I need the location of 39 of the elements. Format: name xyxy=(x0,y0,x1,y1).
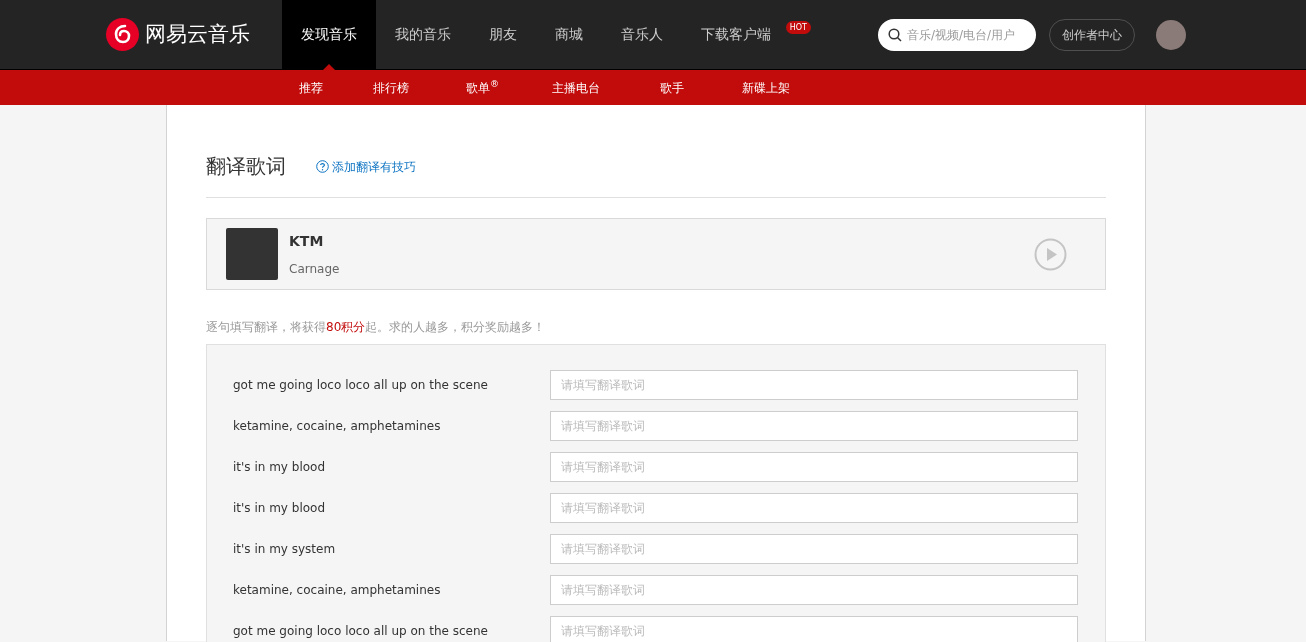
lyric-line: it's in my blood xyxy=(233,459,326,476)
page-title: 翻译歌词 xyxy=(206,153,286,180)
subnav-link[interactable]: 排行榜 xyxy=(373,78,409,97)
translation-input[interactable]: 请填写翻译歌词 xyxy=(550,493,1078,523)
lyric-line: got me going loco loco all up on the scene xyxy=(233,623,489,640)
subnav-link[interactable]: 推荐 xyxy=(299,78,323,97)
translation-input[interactable]: 请填写翻译歌词 xyxy=(550,370,1078,400)
reward-hint: 逐句填写翻译，将获得80积分起。求的人越多，积分奖励越多！ xyxy=(206,319,547,336)
album-cover xyxy=(226,228,278,280)
translation-input[interactable]: 请填写翻译歌词 xyxy=(550,452,1078,482)
lyric-line: it's in my blood xyxy=(233,500,326,517)
logo-icon xyxy=(106,18,139,51)
nav-tab[interactable]: 发现音乐 xyxy=(282,0,376,69)
artist-name: Carnage xyxy=(289,260,340,278)
translation-input[interactable]: 请填写翻译歌词 xyxy=(550,616,1078,642)
nav-tab[interactable]: 我的音乐 xyxy=(376,0,470,69)
help-link[interactable]: 添加翻译有技巧 xyxy=(316,157,416,176)
subnav-link[interactable]: 主播电台 xyxy=(552,78,600,97)
search-field[interactable]: 音乐/视频/电台/用户 xyxy=(878,18,1036,51)
logo-text: 网易云音乐 xyxy=(145,20,250,48)
nav-tab[interactable]: 音乐人 xyxy=(602,0,682,69)
nav-tab[interactable]: 朋友 xyxy=(470,0,536,69)
hot-badge: HOT xyxy=(785,21,811,34)
translation-input[interactable]: 请填写翻译歌词 xyxy=(550,534,1078,564)
search-icon xyxy=(888,27,902,42)
avatar[interactable] xyxy=(1156,19,1186,50)
subnav-link[interactable]: 歌单$^{®}$ xyxy=(466,78,499,97)
nav-tab[interactable]: 商城 xyxy=(536,0,602,69)
subnav-link[interactable]: 新碟上架 xyxy=(742,78,790,97)
lyric-line: it's in my system xyxy=(233,541,337,558)
lyric-line: got me going loco loco all up on the scene xyxy=(233,377,489,394)
help-icon xyxy=(316,160,329,173)
lyric-line: ketamine, cocaine, amphetamines xyxy=(233,418,442,435)
lyric-line: ketamine, cocaine, amphetamines xyxy=(233,582,442,599)
translation-input[interactable]: 请填写翻译歌词 xyxy=(550,411,1078,441)
subnav-link[interactable]: 歌手 xyxy=(660,78,684,97)
nav-tab[interactable]: 下载客户端 HOT xyxy=(682,0,815,69)
song-title: KTM xyxy=(289,231,325,251)
translation-input[interactable]: 请填写翻译歌词 xyxy=(550,575,1078,605)
